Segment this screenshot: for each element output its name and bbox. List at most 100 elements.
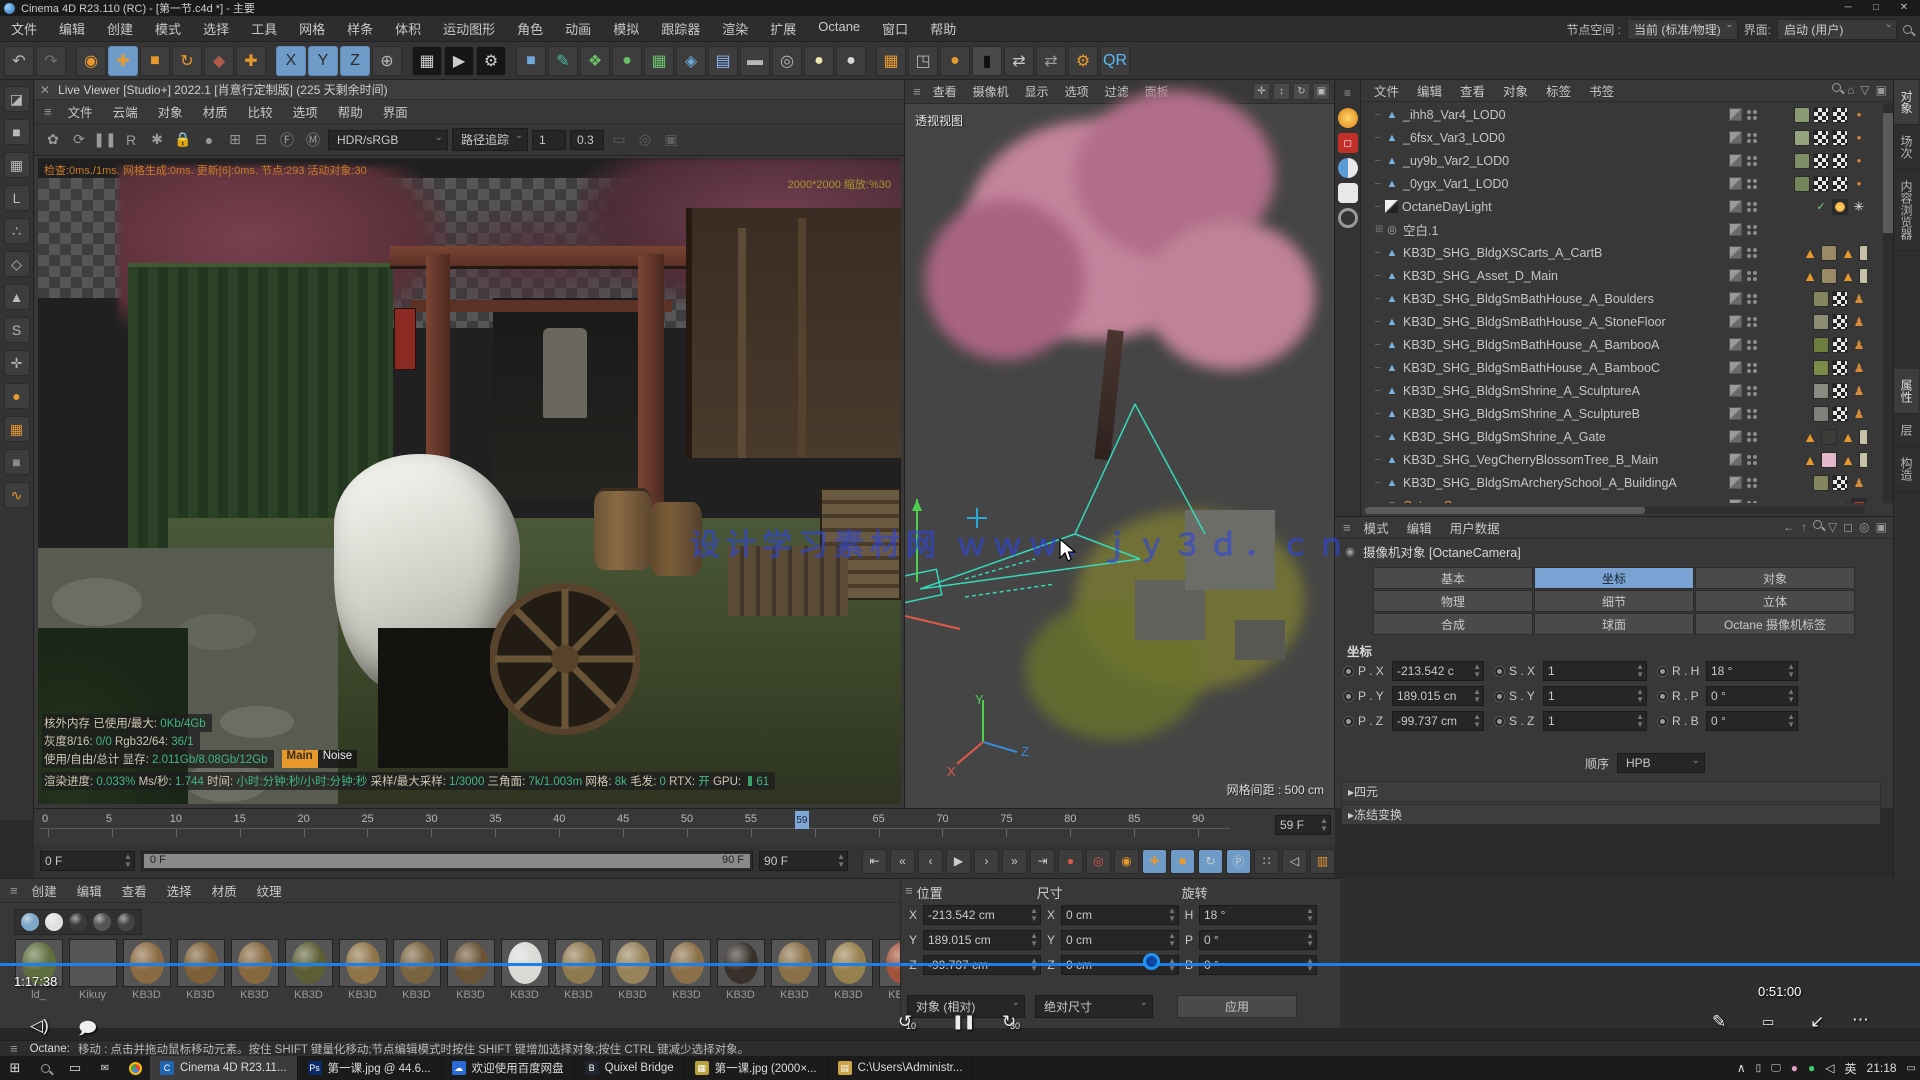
edit-toggle-icon[interactable]: [1729, 269, 1742, 282]
coord-field[interactable]: -213.542 c▲▼: [1392, 661, 1484, 681]
material-item[interactable]: KB3D: [716, 939, 765, 1001]
object-row[interactable]: –▲_6fsx_Var3_LOD0●: [1361, 126, 1877, 149]
edit-toggle-icon[interactable]: [1729, 246, 1742, 259]
workplane-mode-icon[interactable]: L: [4, 185, 30, 211]
visibility-dots[interactable]: [1747, 363, 1757, 373]
tray-mic-icon[interactable]: ▯: [1756, 1063, 1762, 1074]
menu-帮助[interactable]: 帮助: [919, 19, 967, 38]
attr-tab-基本[interactable]: 基本: [1373, 567, 1533, 589]
om-menu-对象[interactable]: 对象: [1494, 81, 1537, 100]
quantize-icon[interactable]: ■: [4, 449, 30, 475]
noise-pass-badge[interactable]: Noise: [318, 750, 357, 768]
coord-field[interactable]: 0 cm▲▼: [1061, 905, 1179, 925]
spline-pen-icon[interactable]: ✎: [548, 46, 578, 76]
axis-mode-icon[interactable]: ✛: [4, 350, 30, 376]
lv-menu-选项[interactable]: 选项: [283, 102, 328, 121]
object-row[interactable]: –▲KB3D_SHG_BldgSmShrine_A_Gate▲▲: [1361, 425, 1877, 448]
object-name[interactable]: OctaneDayLight: [1402, 200, 1492, 214]
edit-toggle-icon[interactable]: [1729, 361, 1742, 374]
polygons-mode-icon[interactable]: ▲: [4, 284, 30, 310]
edit-toggle-icon[interactable]: [1729, 499, 1742, 503]
object-row[interactable]: –▲KB3D_SHG_BldgSmBathHouse_A_StoneFloor♟: [1361, 310, 1877, 333]
menu-渲染[interactable]: 渲染: [711, 19, 759, 38]
taskbar-app[interactable]: ☁欢迎使用百度网盘: [442, 1056, 575, 1080]
tray-notification-icon[interactable]: ▭: [1907, 1063, 1916, 1074]
object-row[interactable]: –▲KB3D_SHG_BldgSmBathHouse_A_Boulders♟: [1361, 287, 1877, 310]
quaternion-fold[interactable]: ▸ 四元: [1341, 781, 1881, 802]
tray-display-icon[interactable]: 🖵: [1771, 1063, 1781, 1074]
check-tag-icon[interactable]: ✓: [1813, 199, 1829, 215]
render-view[interactable]: 检查:0ms./1ms. 网格生成:0ms. 更新[6]:0ms. 节点:293…: [38, 158, 901, 804]
lv-menu-比较[interactable]: 比较: [238, 102, 283, 121]
edit-toggle-icon[interactable]: [1729, 108, 1742, 121]
checker-tag-icon[interactable]: [1832, 383, 1848, 399]
render-view-icon[interactable]: ▦: [412, 46, 442, 76]
snow-tag-icon[interactable]: ✳: [1851, 199, 1867, 215]
half-tag-icon[interactable]: [1859, 245, 1867, 261]
search-icon[interactable]: [1903, 25, 1912, 34]
lv-kernel-select[interactable]: 路径追踪: [452, 128, 528, 151]
menu-跟踪器[interactable]: 跟踪器: [650, 19, 711, 38]
coord-field[interactable]: 0 °▲▼: [1199, 930, 1317, 950]
record-scale-toggle[interactable]: ■: [1170, 849, 1195, 874]
expander-icon[interactable]: ⊞: [1375, 224, 1385, 235]
tri-tag-icon[interactable]: ▲: [1802, 429, 1818, 445]
record-key-button[interactable]: ●: [1058, 849, 1083, 874]
scene-icon[interactable]: ▤: [708, 46, 738, 76]
dock-tab-对象[interactable]: 对象: [1894, 80, 1919, 125]
swap2-icon[interactable]: ⇄: [1036, 46, 1066, 76]
mograph-icon[interactable]: ❖: [580, 46, 610, 76]
om-menu-标签[interactable]: 标签: [1537, 81, 1580, 100]
object-name[interactable]: KB3D_SHG_BldgSmShrine_A_SculptureB: [1403, 407, 1640, 421]
rewind-button[interactable]: ↺10: [898, 1012, 912, 1032]
texture-mode-icon[interactable]: ▦: [4, 152, 30, 178]
viewport-menu-摄像机[interactable]: 摄像机: [965, 83, 1017, 100]
attr-tab-细节[interactable]: 细节: [1534, 590, 1694, 612]
edit-toggle-icon[interactable]: [1729, 407, 1742, 420]
next-frame-button[interactable]: ›: [974, 849, 999, 874]
half-tag-icon[interactable]: [1859, 268, 1867, 284]
coord-field[interactable]: 0 cm▲▼: [1061, 930, 1179, 950]
object-name[interactable]: KB3D_SHG_BldgSmShrine_A_Gate: [1403, 430, 1606, 444]
close-button[interactable]: ✕: [1890, 0, 1918, 15]
strip-menu-icon[interactable]: ≡: [1338, 83, 1358, 103]
daylight-icon[interactable]: [1338, 108, 1358, 128]
lv-menu-材质[interactable]: 材质: [193, 102, 238, 121]
material-menu-纹理[interactable]: 纹理: [247, 881, 292, 900]
add-region-icon[interactable]: ⊞: [224, 129, 246, 151]
thumb-tag-icon[interactable]: [1813, 360, 1829, 376]
record-rotation-toggle[interactable]: ↻: [1198, 849, 1223, 874]
lv-extra1-icon[interactable]: ▭: [608, 129, 630, 151]
range-start-field[interactable]: 0 F▲▼: [40, 851, 135, 871]
video-progress-handle[interactable]: [1143, 953, 1160, 970]
swap-icon[interactable]: ⇄: [1004, 46, 1034, 76]
attr-tab-合成[interactable]: 合成: [1373, 613, 1533, 635]
keyframe-radio[interactable]: [1657, 666, 1668, 677]
keyframe-radio[interactable]: [1494, 666, 1505, 677]
start-button[interactable]: ⊞: [0, 1056, 30, 1080]
om-home-icon[interactable]: ⌂: [1847, 83, 1854, 97]
object-row[interactable]: –◉OctaneCamera∷: [1361, 494, 1877, 503]
move-tool-icon[interactable]: ✚: [108, 46, 138, 76]
current-frame-field[interactable]: 59 F▲▼: [1275, 815, 1331, 835]
view-pan-icon[interactable]: ✛: [1253, 83, 1270, 100]
object-row[interactable]: –▲KB3D_SHG_BldgSmShrine_A_SculptureA♟: [1361, 379, 1877, 402]
thumb-tag-icon[interactable]: [1821, 452, 1837, 468]
record-position-toggle[interactable]: ✚: [1142, 849, 1167, 874]
attr-target-icon[interactable]: ◎: [1859, 520, 1869, 534]
lv-menu-帮助[interactable]: 帮助: [328, 102, 373, 121]
video-pause-button[interactable]: ❚❚: [952, 1013, 975, 1030]
thumb-tag-icon[interactable]: [1813, 337, 1829, 353]
visibility-dots[interactable]: [1747, 386, 1757, 396]
checker-tag-icon[interactable]: [1832, 360, 1848, 376]
freeze-fold[interactable]: ▸ 冻结变换: [1341, 804, 1881, 825]
coord-field[interactable]: -213.542 cm▲▼: [923, 905, 1041, 925]
crown-tag-icon[interactable]: ♟: [1851, 475, 1867, 491]
snap-icon[interactable]: ▦: [4, 416, 30, 442]
interface-select[interactable]: 启动 (用户): [1777, 19, 1897, 40]
visibility-dots[interactable]: [1747, 225, 1757, 235]
perspective-viewport[interactable]: ≡ 查看摄像机显示选项过滤面板 ✛ ↕ ↻ ▣ 透视视图: [905, 80, 1335, 808]
preset-ball-icon[interactable]: [21, 913, 39, 931]
attr-search-icon[interactable]: [1813, 520, 1822, 529]
coord-field[interactable]: 189.015 cm▲▼: [923, 930, 1041, 950]
